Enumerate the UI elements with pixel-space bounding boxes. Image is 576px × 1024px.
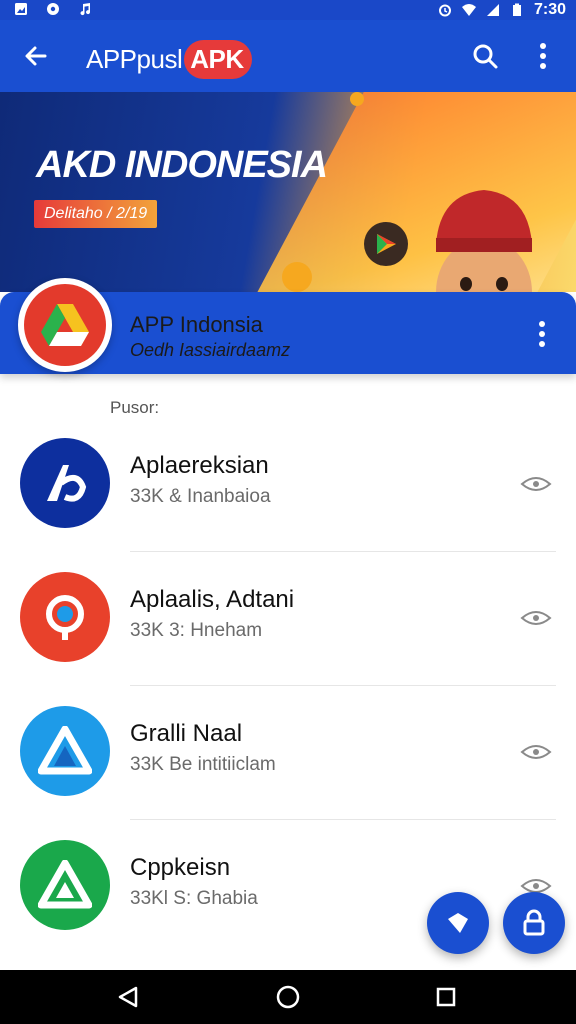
banner-tag: Delitaho / 2/19 xyxy=(34,200,158,228)
featured-app-logo xyxy=(18,278,112,372)
nav-home-button[interactable] xyxy=(268,980,308,1014)
signal-icon xyxy=(486,4,499,16)
list-item[interactable]: Gralli Naal 33K Be intitiiclam xyxy=(0,686,576,820)
app-meta: 33K & Inanbaioa xyxy=(130,486,271,507)
banner-title: AKD INDONESIA xyxy=(36,144,328,186)
banner-dot xyxy=(282,262,312,292)
app-meta: 33K Be intitiiclam xyxy=(130,754,276,775)
view-button[interactable] xyxy=(516,472,556,496)
list-item[interactable]: Aplaalis, Adtani 33K 3: Hneham xyxy=(0,552,576,686)
app-icon xyxy=(20,706,110,796)
navigation-bar xyxy=(0,970,576,1024)
app-name: Gralli Naal xyxy=(130,720,243,747)
circle-home-icon xyxy=(276,985,300,1009)
eye-icon xyxy=(520,477,552,491)
music-icon xyxy=(80,3,91,16)
image-icon xyxy=(15,3,27,15)
app-icon xyxy=(20,438,110,528)
app-logo-icon xyxy=(46,595,84,640)
app-meta: 33Kl S: Ghabia xyxy=(130,888,258,909)
app-logo-icon xyxy=(38,726,92,775)
app-icon xyxy=(20,840,110,930)
app-title-text: APPpusl xyxy=(86,44,183,74)
status-time: 7:30 xyxy=(533,1,566,18)
nav-back-button[interactable] xyxy=(108,980,148,1014)
app-icon xyxy=(20,572,110,662)
app-title-badge: APK xyxy=(184,40,252,79)
app-title: APPpusl APK xyxy=(86,40,252,79)
mascot-illustration xyxy=(436,190,532,292)
back-button[interactable] xyxy=(16,36,56,76)
nav-recents-button[interactable] xyxy=(426,980,466,1014)
more-vert-icon xyxy=(540,43,546,69)
app-name: Aplaereksian xyxy=(130,452,269,479)
list-item[interactable]: Aplaereksian 33K & Inanbaioa xyxy=(0,418,576,552)
wifi-icon xyxy=(461,4,476,16)
app-logo-icon xyxy=(47,465,87,502)
search-button[interactable] xyxy=(465,36,505,76)
search-icon xyxy=(473,44,498,69)
square-recents-icon xyxy=(436,987,456,1007)
more-options-button[interactable] xyxy=(526,36,560,76)
view-button[interactable] xyxy=(516,606,556,630)
arrow-left-icon xyxy=(25,46,47,66)
featured-more-button[interactable] xyxy=(528,316,556,352)
app-bar: APPpusl APK xyxy=(0,20,576,92)
eye-icon xyxy=(520,611,552,625)
lock-icon xyxy=(523,909,545,936)
lock-fab-button[interactable] xyxy=(503,892,565,954)
list-item[interactable]: Cppkeisn 33Kl S: Ghabia xyxy=(0,820,576,954)
record-icon xyxy=(47,3,59,15)
app-logo-icon xyxy=(41,304,89,346)
app-logo-icon xyxy=(38,860,92,909)
alarm-icon xyxy=(438,4,451,17)
app-name: Cppkeisn xyxy=(130,854,231,881)
more-vert-icon xyxy=(539,321,545,347)
app-meta: 33K 3: Hneham xyxy=(130,620,263,641)
view-button[interactable] xyxy=(516,740,556,764)
app-name: Aplaalis, Adtani xyxy=(130,586,295,613)
play-store-icon xyxy=(364,222,408,266)
triangle-back-icon xyxy=(118,986,138,1008)
featured-app-subtitle: Oedh Iassiairdaamz xyxy=(130,340,291,360)
featured-app-name: APP Indonsia xyxy=(130,312,263,337)
section-label: Pusor: xyxy=(110,398,160,417)
battery-icon xyxy=(512,3,521,16)
tag-fab-button[interactable] xyxy=(427,892,489,954)
eye-icon xyxy=(520,745,552,759)
promo-banner[interactable]: AKD INDONESIA Delitaho / 2/19 xyxy=(0,92,576,292)
tag-icon xyxy=(448,913,468,933)
banner-dot xyxy=(350,92,364,106)
status-bar: 7:30 xyxy=(0,0,576,20)
